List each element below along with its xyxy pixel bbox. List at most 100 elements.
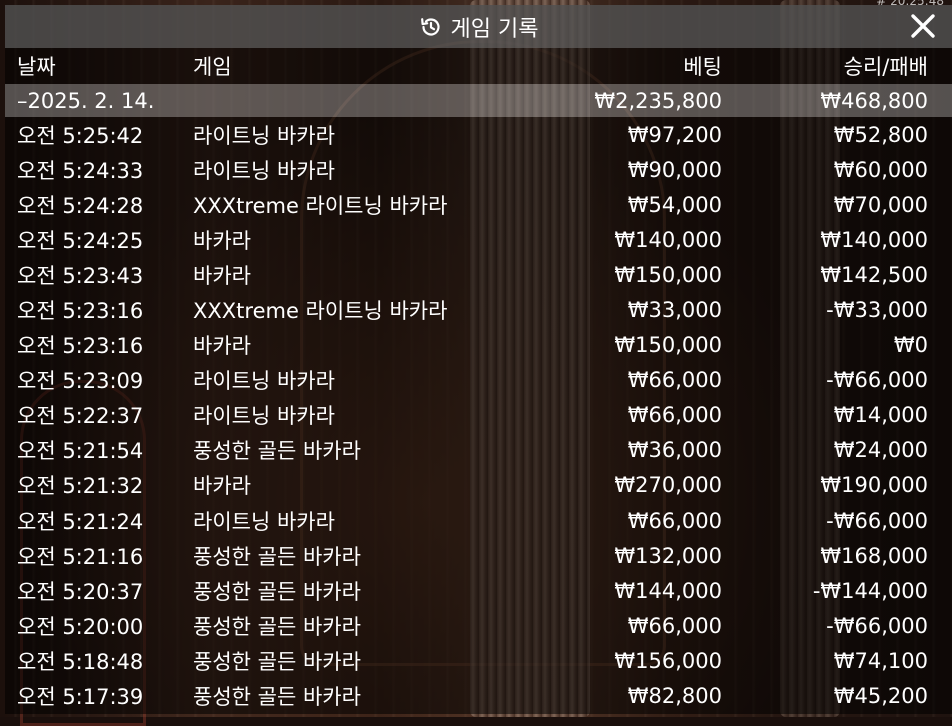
row-result: ₩45,200 — [833, 684, 928, 709]
row-time: 오전 5:24:28 — [17, 193, 144, 218]
history-row[interactable]: 오전 5:23:43 바카라 ₩150,000 ₩142,500 — [5, 257, 952, 292]
row-bet: ₩33,000 — [627, 298, 722, 323]
history-row[interactable]: 오전 5:23:09 라이트닝 바카라 ₩66,000 -₩66,000 — [5, 363, 952, 398]
history-row[interactable]: 오전 5:24:25 바카라 ₩140,000 ₩140,000 — [5, 222, 952, 257]
row-result: ₩140,000 — [820, 227, 928, 252]
close-icon[interactable] — [908, 11, 938, 41]
row-result: ₩60,000 — [833, 157, 928, 182]
row-bet: ₩97,200 — [627, 122, 722, 147]
row-game: 라이트닝 바카라 — [193, 404, 335, 429]
row-time: 오전 5:20:37 — [17, 579, 144, 604]
row-result: ₩168,000 — [820, 543, 928, 568]
summary-date: –2025. 2. 14. — [17, 88, 155, 113]
row-time: 오전 5:20:00 — [17, 614, 144, 639]
column-header-bet: 베팅 — [683, 55, 722, 79]
row-bet: ₩66,000 — [627, 508, 722, 533]
panel-header: 게임 기록 — [5, 5, 952, 48]
row-bet: ₩66,000 — [627, 368, 722, 393]
row-result: -₩66,000 — [826, 613, 928, 638]
row-bet: ₩144,000 — [614, 578, 722, 603]
history-row[interactable]: 오전 5:21:16 풍성한 골든 바카라 ₩132,000 ₩168,000 — [5, 538, 952, 573]
row-bet: ₩82,800 — [627, 684, 722, 709]
row-game: 바카라 — [193, 228, 251, 253]
row-bet: ₩150,000 — [614, 262, 722, 287]
column-header-result: 승리/패배 — [843, 55, 928, 79]
row-bet: ₩90,000 — [627, 157, 722, 182]
row-time: 오전 5:25:42 — [17, 123, 144, 148]
row-game: 풍성한 골든 바카라 — [193, 685, 361, 710]
row-game: 풍성한 골든 바카라 — [193, 579, 361, 604]
column-header-date: 날짜 — [17, 55, 56, 79]
row-result: -₩66,000 — [826, 368, 928, 393]
history-row[interactable]: 오전 5:20:37 풍성한 골든 바카라 ₩144,000 -₩144,000 — [5, 573, 952, 608]
row-result: -₩66,000 — [826, 508, 928, 533]
history-row[interactable]: 오전 5:24:33 라이트닝 바카라 ₩90,000 ₩60,000 — [5, 152, 952, 187]
table-header: 날짜 게임 베팅 승리/패배 — [5, 48, 952, 84]
history-row[interactable]: 오전 5:22:37 라이트닝 바카라 ₩66,000 ₩14,000 — [5, 398, 952, 433]
row-result: ₩24,000 — [833, 438, 928, 463]
row-bet: ₩150,000 — [614, 333, 722, 358]
row-bet: ₩140,000 — [614, 227, 722, 252]
row-time: 오전 5:23:09 — [17, 369, 144, 394]
panel-title: 게임 기록 — [450, 16, 539, 42]
row-result: ₩74,100 — [833, 648, 928, 673]
close-button[interactable] — [908, 11, 938, 41]
row-result: ₩52,800 — [833, 122, 928, 147]
row-time: 오전 5:21:32 — [17, 474, 144, 499]
row-time: 오전 5:23:16 — [17, 299, 144, 324]
row-bet: ₩54,000 — [627, 192, 722, 217]
row-result: ₩14,000 — [833, 403, 928, 428]
row-time: 오전 5:21:24 — [17, 509, 144, 534]
column-header-game: 게임 — [193, 55, 232, 79]
row-bet: ₩36,000 — [627, 438, 722, 463]
history-row[interactable]: 오전 5:20:00 풍성한 골든 바카라 ₩66,000 -₩66,000 — [5, 608, 952, 643]
row-game: 라이트닝 바카라 — [193, 369, 335, 394]
date-summary-row[interactable]: –2025. 2. 14. ₩2,235,800 ₩468,800 — [5, 84, 952, 117]
row-time: 오전 5:24:33 — [17, 158, 144, 183]
row-game: 바카라 — [193, 474, 251, 499]
game-history-panel: 게임 기록 날짜 게임 베팅 승리/패배 –2025. 2. 14. ₩2,23… — [5, 5, 952, 717]
row-game: 풍성한 골든 바카라 — [193, 544, 361, 569]
row-time: 오전 5:17:39 — [17, 685, 144, 710]
row-game: 풍성한 골든 바카라 — [193, 614, 361, 639]
row-game: XXXtreme 라이트닝 바카라 — [193, 299, 448, 324]
row-game: 라이트닝 바카라 — [193, 123, 335, 148]
row-time: 오전 5:23:16 — [17, 334, 144, 359]
row-bet: ₩156,000 — [614, 648, 722, 673]
row-game: 라이트닝 바카라 — [193, 509, 335, 534]
row-time: 오전 5:21:16 — [17, 544, 144, 569]
row-game: 풍성한 골든 바카라 — [193, 649, 361, 674]
row-result: -₩33,000 — [826, 298, 928, 323]
summary-bet: ₩2,235,800 — [594, 88, 722, 113]
history-row[interactable]: 오전 5:17:39 풍성한 골든 바카라 ₩82,800 ₩45,200 — [5, 679, 952, 714]
history-row[interactable]: 오전 5:23:16 XXXtreme 라이트닝 바카라 ₩33,000 -₩3… — [5, 292, 952, 327]
row-result: ₩70,000 — [833, 192, 928, 217]
history-rows: 오전 5:25:42 라이트닝 바카라 ₩97,200 ₩52,800 오전 5… — [5, 117, 952, 714]
row-time: 오전 5:23:43 — [17, 263, 144, 288]
row-time: 오전 5:24:25 — [17, 228, 144, 253]
row-result: ₩0 — [893, 333, 928, 358]
history-row[interactable]: 오전 5:18:48 풍성한 골든 바카라 ₩156,000 ₩74,100 — [5, 643, 952, 678]
history-row[interactable]: 오전 5:21:24 라이트닝 바카라 ₩66,000 -₩66,000 — [5, 503, 952, 538]
row-time: 오전 5:18:48 — [17, 649, 144, 674]
summary-result: ₩468,800 — [820, 88, 928, 113]
history-row[interactable]: 오전 5:21:54 풍성한 골든 바카라 ₩36,000 ₩24,000 — [5, 433, 952, 468]
row-time: 오전 5:21:54 — [17, 439, 144, 464]
row-time: 오전 5:22:37 — [17, 404, 144, 429]
panel-title-group: 게임 기록 — [419, 11, 539, 43]
history-row[interactable]: 오전 5:25:42 라이트닝 바카라 ₩97,200 ₩52,800 — [5, 117, 952, 152]
row-bet: ₩270,000 — [614, 473, 722, 498]
row-result: ₩190,000 — [820, 473, 928, 498]
row-bet: ₩66,000 — [627, 613, 722, 638]
row-bet: ₩132,000 — [614, 543, 722, 568]
row-game: XXXtreme 라이트닝 바카라 — [193, 193, 448, 218]
row-result: ₩142,500 — [820, 262, 928, 287]
history-row[interactable]: 오전 5:23:16 바카라 ₩150,000 ₩0 — [5, 328, 952, 363]
history-row[interactable]: 오전 5:24:28 XXXtreme 라이트닝 바카라 ₩54,000 ₩70… — [5, 187, 952, 222]
row-bet: ₩66,000 — [627, 403, 722, 428]
history-icon — [419, 15, 443, 39]
history-row[interactable]: 오전 5:21:32 바카라 ₩270,000 ₩190,000 — [5, 468, 952, 503]
row-game: 풍성한 골든 바카라 — [193, 439, 361, 464]
row-game: 바카라 — [193, 263, 251, 288]
row-game: 라이트닝 바카라 — [193, 158, 335, 183]
